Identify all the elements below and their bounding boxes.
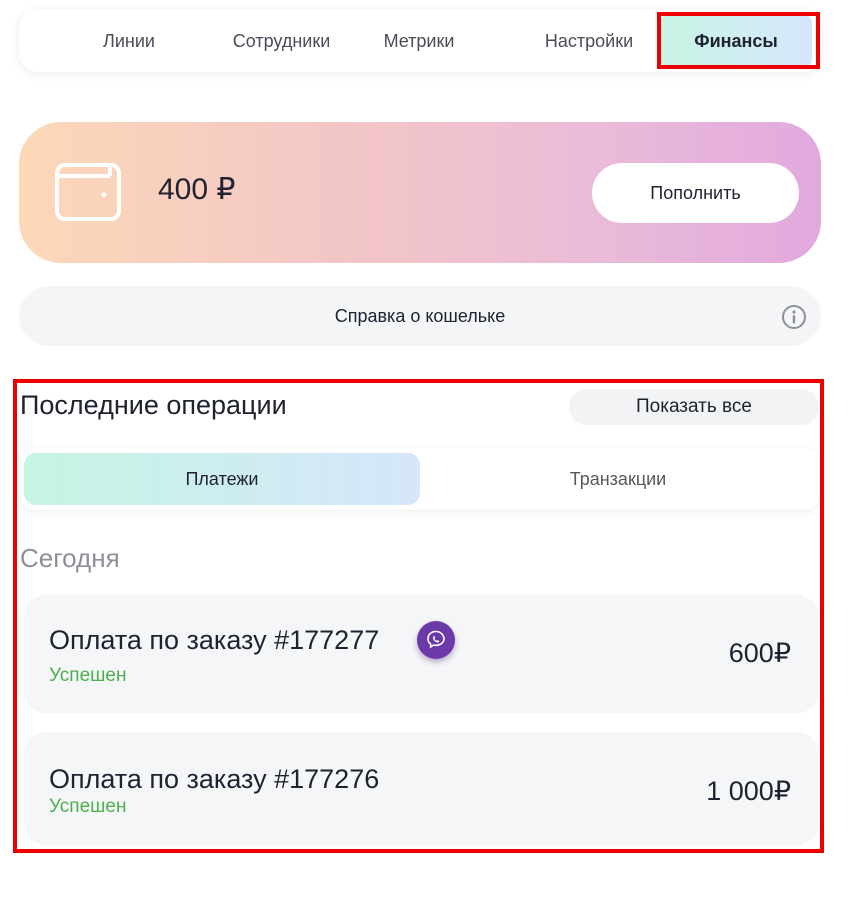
operation-title: Оплата по заказу #177277 — [49, 625, 380, 655]
wallet-help-label: Справка о кошельке — [334, 305, 506, 326]
operation-item[interactable]: Оплата по заказу #177277 Успешен 600₽ — [24, 595, 819, 713]
tab-finance[interactable]: Финансы — [660, 15, 812, 67]
wallet-balance: 400 ₽ — [158, 173, 236, 206]
operation-item[interactable]: Оплата по заказу #177276 Успешен 1 000₽ — [24, 732, 819, 845]
info-icon[interactable] — [781, 304, 807, 330]
recent-operations-title: Последние операции — [20, 390, 287, 420]
tab-payments[interactable]: Платежи — [24, 453, 420, 505]
tab-settings[interactable]: Настройки — [509, 10, 669, 72]
operation-title: Оплата по заказу #177276 — [49, 764, 380, 794]
wallet-icon — [55, 163, 121, 221]
wallet-help-bar[interactable]: Справка о кошельке — [19, 286, 821, 346]
wallet-card: 400 ₽ Пополнить — [19, 122, 821, 263]
viber-icon — [417, 621, 455, 659]
operation-amount: 1 000₽ — [706, 776, 791, 806]
operation-status: Успешен — [49, 665, 127, 686]
tab-employees[interactable]: Сотрудники — [189, 10, 374, 72]
operations-tabs: Платежи Транзакции — [20, 448, 819, 510]
day-label: Сегодня — [20, 543, 120, 573]
operation-status: Успешен — [49, 796, 127, 817]
tab-transactions[interactable]: Транзакции — [420, 453, 816, 505]
main-tabs: Линии Сотрудники Метрики Настройки Финан… — [19, 10, 821, 72]
operation-amount: 600₽ — [728, 638, 791, 668]
tab-metrics[interactable]: Метрики — [354, 10, 484, 72]
show-all-button[interactable]: Показать все — [569, 389, 819, 425]
topup-button[interactable]: Пополнить — [592, 163, 799, 223]
